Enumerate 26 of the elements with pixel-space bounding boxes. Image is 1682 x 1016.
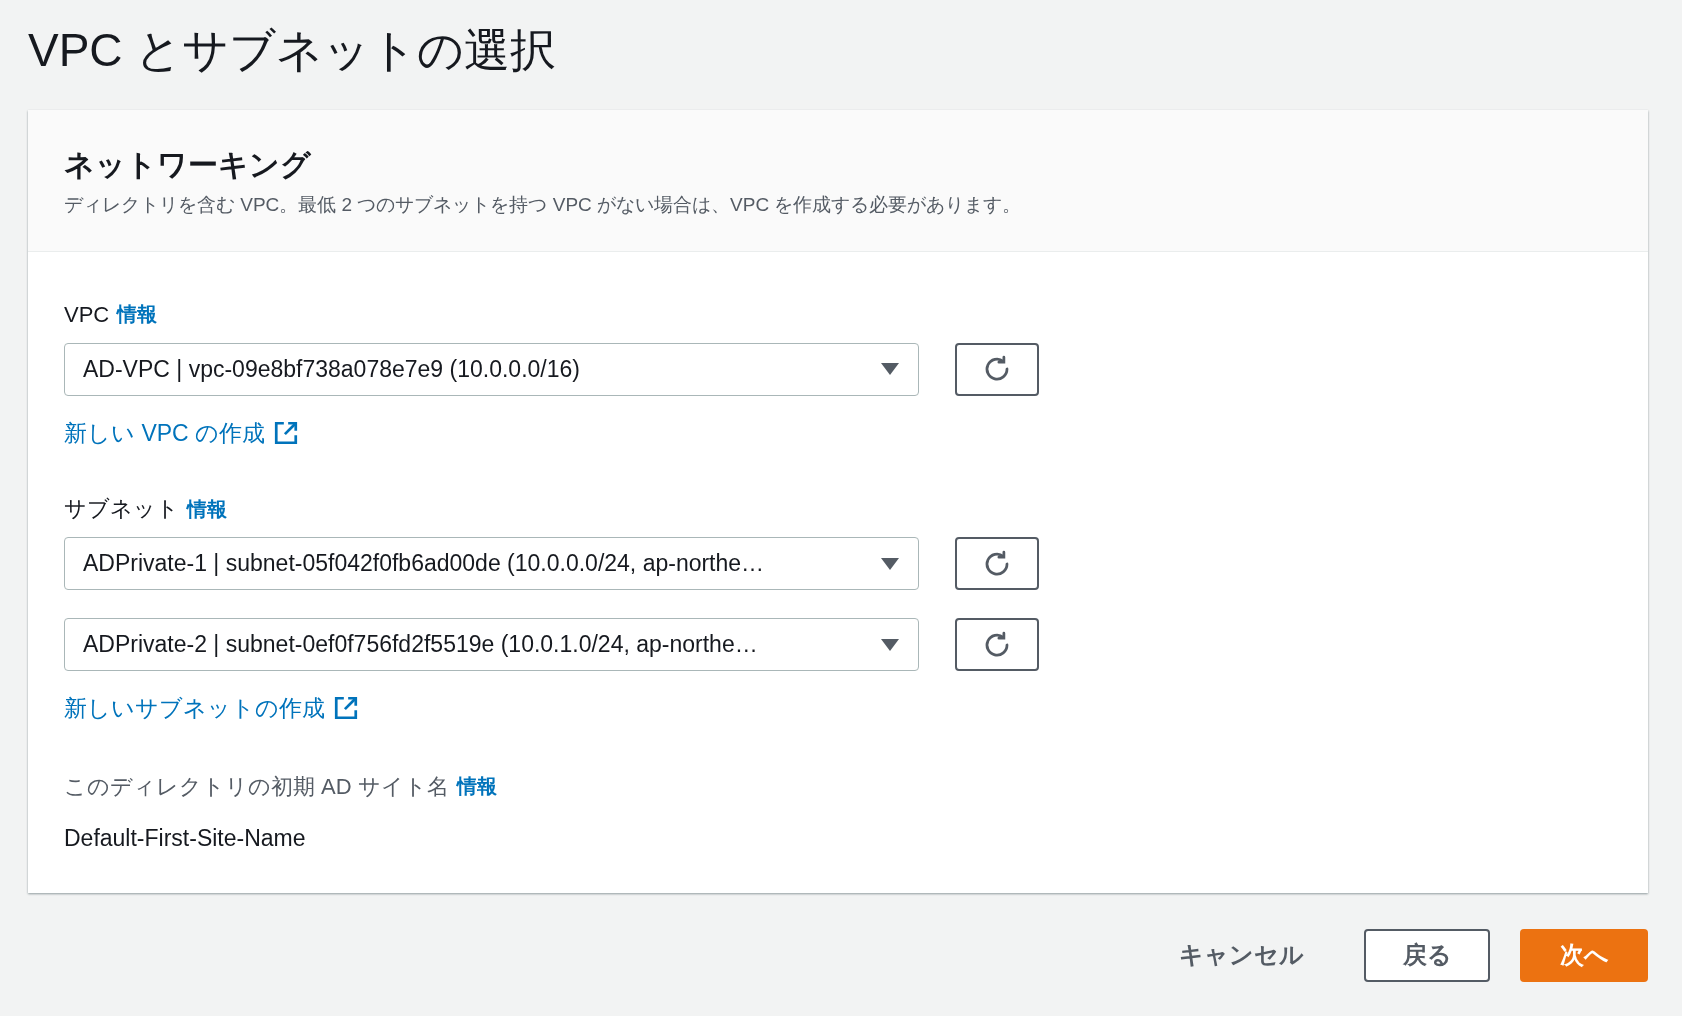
back-button[interactable]: 戻る bbox=[1364, 928, 1490, 982]
create-link[interactable]: 新しい VPC の作成 bbox=[64, 415, 300, 450]
caret-icon bbox=[880, 362, 900, 376]
field-label: VPC bbox=[64, 300, 110, 329]
site-name-value: Default-First-Site-Name bbox=[64, 823, 307, 853]
select-field[interactable]: ADPrivate-1 | subnet-05f042f0fb6ad00de (10.0.0.0/24, ap-northe… bbox=[64, 537, 919, 590]
page-title: VPC とサブネットの選択 bbox=[28, 23, 558, 78]
external-link-icon bbox=[333, 695, 359, 722]
refresh-button[interactable] bbox=[955, 537, 1039, 590]
external-link-icon bbox=[273, 419, 300, 446]
create-link[interactable]: 新しいサブネットの作成 bbox=[64, 691, 359, 726]
refresh-button[interactable] bbox=[955, 618, 1039, 671]
info-link[interactable]: 情報 bbox=[456, 771, 497, 801]
next-button[interactable]: 次へ bbox=[1520, 928, 1648, 982]
field-label: このディレクトリの初期 AD サイト名 bbox=[64, 772, 449, 801]
caret-icon bbox=[880, 637, 900, 652]
info-link[interactable]: 情報 bbox=[117, 299, 158, 329]
field-label: サブネット bbox=[64, 495, 179, 523]
cancel-button[interactable]: キャンセル bbox=[1149, 928, 1334, 982]
select-field[interactable]: ADPrivate-2 | subnet-0ef0f756fd2f5519e (10.0.1.0/24, ap-northe… bbox=[64, 618, 919, 671]
select-field[interactable]: AD-VPC | vpc-09e8bf738a078e7e9 (10.0.0.0/16) bbox=[64, 342, 919, 396]
caret-icon bbox=[880, 556, 900, 571]
refresh-button[interactable] bbox=[955, 342, 1039, 396]
info-link[interactable]: 情報 bbox=[187, 493, 227, 524]
panel-description: ディレクトリを含む VPC。最低 2 つのサブネットを持つ VPC がない場合は、VPC を作成する必要があります。 bbox=[64, 192, 1023, 217]
panel-title: ネットワーキング bbox=[64, 146, 312, 183]
